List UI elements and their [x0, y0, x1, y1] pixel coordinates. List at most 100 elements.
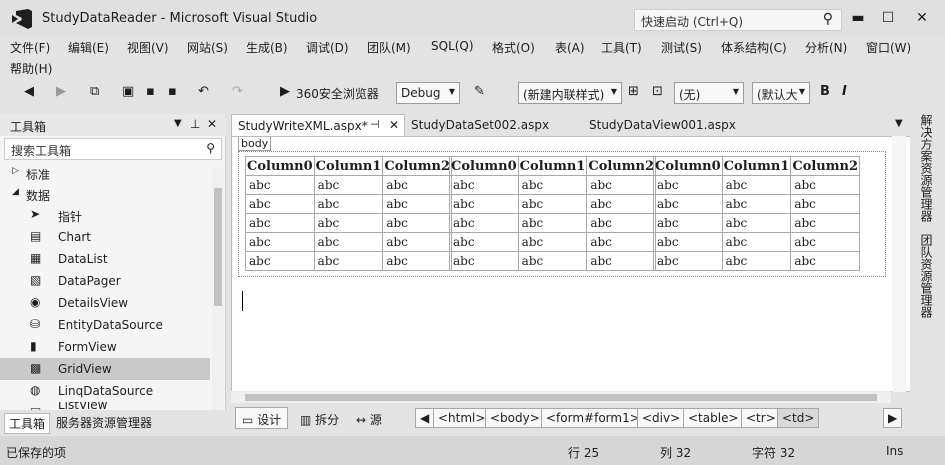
- menu-build[interactable]: 生成(B): [246, 39, 288, 56]
- tab-solution-explorer[interactable]: 解决方案资源管理器: [918, 114, 935, 222]
- table-cell[interactable]: abc: [790, 232, 861, 252]
- table-cell[interactable]: abc: [382, 194, 453, 214]
- table-cell[interactable]: abc: [382, 213, 453, 233]
- menu-analyze[interactable]: 分析(N): [805, 39, 847, 56]
- toolbox-item-linqdatasource[interactable]: ◍ LinqDataSource: [0, 380, 210, 402]
- table-cell[interactable]: abc: [653, 213, 723, 233]
- bold-button[interactable]: B: [820, 84, 830, 99]
- table-cell[interactable]: abc: [517, 194, 588, 214]
- menu-file[interactable]: 文件(F): [10, 39, 50, 56]
- crumb-html[interactable]: <html>: [433, 408, 491, 428]
- toolbox-item-entitydatasource[interactable]: ⛁ EntityDataSource: [0, 314, 210, 336]
- table-cell[interactable]: abc: [517, 175, 588, 195]
- table-cell[interactable]: abc: [653, 175, 723, 195]
- table-cell[interactable]: abc: [449, 232, 519, 252]
- crumb-tr[interactable]: <tr>: [741, 408, 781, 428]
- div-container[interactable]: Column0 Column1 Column2 abc abc abc abc abc ab…: [238, 151, 886, 277]
- toolbox-item-chart[interactable]: ▤ Chart: [0, 226, 210, 248]
- table-cell[interactable]: abc: [721, 251, 792, 271]
- toolbox-group-data[interactable]: ◢ 数据: [0, 183, 210, 205]
- table-cell[interactable]: abc: [790, 213, 861, 233]
- config-combo[interactable]: Debug ▼: [396, 82, 460, 104]
- menu-architecture[interactable]: 体系结构(C): [721, 39, 787, 56]
- gridview-table-3[interactable]: Column0 Column1 Column2 abc abc abc abc abc ab…: [653, 156, 861, 271]
- table-cell[interactable]: abc: [790, 175, 861, 195]
- table-cell[interactable]: abc: [313, 194, 384, 214]
- toolbox-group-standard[interactable]: ▷ 标准: [0, 162, 210, 184]
- menu-tools[interactable]: 工具(T): [601, 39, 642, 56]
- table-cell[interactable]: abc: [586, 251, 657, 271]
- crumb-scroll-right-icon[interactable]: ▶: [883, 408, 903, 428]
- table-cell[interactable]: abc: [245, 251, 315, 271]
- menu-website[interactable]: 网站(S): [187, 39, 228, 56]
- redo-icon[interactable]: ↷: [232, 84, 243, 99]
- table-cell[interactable]: abc: [382, 232, 453, 252]
- menu-debug[interactable]: 调试(D): [306, 39, 349, 56]
- table-cell[interactable]: abc: [313, 213, 384, 233]
- style-apply-icon[interactable]: ⊞: [628, 84, 639, 99]
- toolbox-item-pointer[interactable]: ➤ 指针: [0, 204, 210, 226]
- font-size-combo[interactable]: (默认大 ▼: [752, 82, 810, 104]
- minimize-button[interactable]: ▬: [846, 8, 870, 28]
- table-cell[interactable]: abc: [721, 232, 792, 252]
- gridview-table-2[interactable]: Column0 Column1 Column2 abc abc abc abc abc ab…: [449, 156, 657, 271]
- table-cell[interactable]: abc: [517, 232, 588, 252]
- table-cell[interactable]: abc: [586, 213, 657, 233]
- table-cell[interactable]: abc: [721, 175, 792, 195]
- menu-test[interactable]: 测试(S): [661, 39, 702, 56]
- design-surface[interactable]: body Column0 Column1 Column2 abc abc abc abc…: [231, 136, 911, 392]
- table-cell[interactable]: abc: [653, 194, 723, 214]
- table-cell[interactable]: abc: [382, 251, 453, 271]
- table-cell[interactable]: abc: [721, 213, 792, 233]
- quick-launch-input[interactable]: 快速启动 (Ctrl+Q) ⚲: [634, 9, 842, 31]
- tab-studywritexml[interactable]: StudyWriteXML.aspx* ⊣ ✕: [231, 114, 405, 136]
- table-cell[interactable]: abc: [790, 194, 861, 214]
- design-view-button[interactable]: ▭ 设计: [235, 407, 289, 429]
- toolbox-item-datalist[interactable]: ▦ DataList: [0, 248, 210, 270]
- close-icon[interactable]: ✕: [207, 117, 217, 131]
- table-cell[interactable]: abc: [586, 175, 657, 195]
- back-icon[interactable]: ◀: [24, 84, 34, 99]
- new-project-icon[interactable]: ⧉: [90, 84, 99, 99]
- source-view-button[interactable]: ↔ 源: [349, 407, 389, 429]
- crumb-form[interactable]: <form#form1>: [541, 408, 645, 428]
- pin-icon[interactable]: ⊣: [370, 118, 380, 131]
- table-cell[interactable]: abc: [653, 251, 723, 271]
- table-cell[interactable]: abc: [313, 251, 384, 271]
- open-file-icon[interactable]: ▣: [122, 84, 134, 99]
- close-button[interactable]: ✕: [910, 8, 934, 28]
- table-cell[interactable]: abc: [790, 251, 861, 271]
- table-cell[interactable]: abc: [449, 175, 519, 195]
- toolbox-item-listview[interactable]: ▤ListView: [0, 402, 210, 410]
- undo-icon[interactable]: ↶: [198, 84, 209, 99]
- toolbox-item-formview[interactable]: ▮ FormView: [0, 336, 210, 358]
- tab-studydataset002[interactable]: StudyDataSet002.aspx: [405, 114, 555, 136]
- table-cell[interactable]: abc: [449, 194, 519, 214]
- start-browser-button[interactable]: 360安全浏览器: [296, 85, 379, 102]
- table-cell[interactable]: abc: [449, 213, 519, 233]
- table-cell[interactable]: abc: [245, 232, 315, 252]
- table-cell[interactable]: abc: [313, 232, 384, 252]
- table-cell[interactable]: abc: [313, 175, 384, 195]
- table-cell[interactable]: abc: [586, 194, 657, 214]
- maximize-button[interactable]: ☐: [876, 8, 900, 28]
- start-icon[interactable]: ▶: [280, 84, 290, 99]
- table-cell[interactable]: abc: [245, 213, 315, 233]
- attach-style-icon[interactable]: ⊡: [652, 84, 663, 99]
- tab-team-explorer[interactable]: 团队资源管理器: [918, 234, 935, 318]
- menu-format[interactable]: 格式(O): [492, 39, 535, 56]
- menu-team[interactable]: 团队(M): [367, 39, 411, 56]
- table-cell[interactable]: abc: [245, 194, 315, 214]
- menu-view[interactable]: 视图(V): [127, 39, 169, 56]
- dropdown-icon[interactable]: ▼: [174, 118, 182, 129]
- forward-icon[interactable]: ▶: [56, 84, 66, 99]
- tab-studydataview001[interactable]: StudyDataView001.aspx: [583, 114, 742, 136]
- menu-table[interactable]: 表(A): [555, 39, 585, 56]
- menu-edit[interactable]: 编辑(E): [68, 39, 109, 56]
- table-cell[interactable]: abc: [721, 194, 792, 214]
- editor-vertical-scrollbar[interactable]: [892, 136, 906, 392]
- menu-sql[interactable]: SQL(Q): [431, 39, 474, 53]
- crumb-scroll-left-icon[interactable]: ◀: [415, 408, 435, 428]
- toolbox-scrollbar[interactable]: [212, 168, 224, 410]
- style-combo[interactable]: (新建内联样式) ▼: [518, 82, 622, 104]
